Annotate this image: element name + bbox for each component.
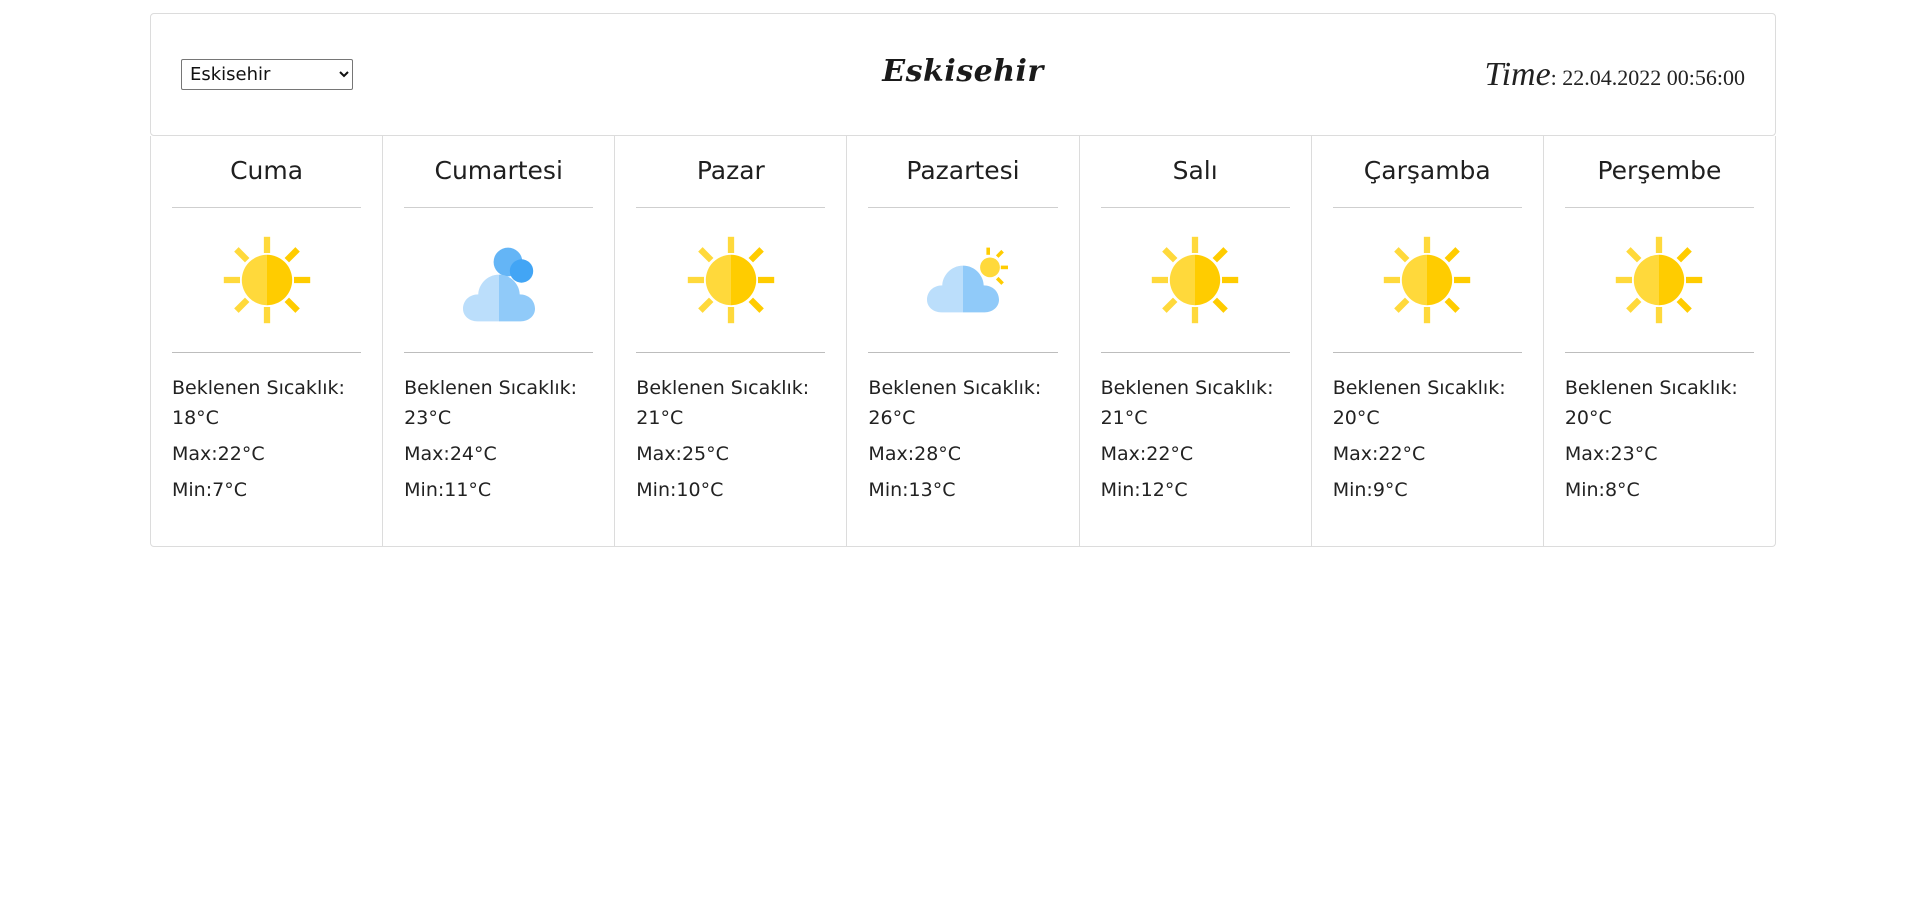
partly-cloudy-icon — [918, 235, 1008, 325]
time-display: Time: 22.04.2022 00:56:00 — [1485, 56, 1745, 94]
sun-icon — [686, 235, 776, 325]
expected-temp: Beklenen Sıcaklık: 20°C — [1565, 373, 1754, 433]
city-select[interactable]: Eskisehir — [181, 59, 353, 90]
temperature-info: Beklenen Sıcaklık: 26°C Max:28°C Min:13°… — [868, 353, 1057, 505]
expected-temp-value: 20°C — [1332, 407, 1380, 429]
expected-temp-value: 18°C — [172, 407, 219, 429]
day-card: Perşembe Beklenen Sıcaklık: 20°C Max:23°… — [1544, 136, 1775, 546]
max-temp: Max:24°C — [404, 443, 497, 465]
expected-temp: Beklenen Sıcaklık: 20°C — [1333, 373, 1522, 433]
expected-temp-value: 21°C — [1100, 407, 1148, 429]
day-name: Salı — [1100, 136, 1290, 208]
day-card: Cumartesi Beklenen Sıcaklık: 23°C Max:24… — [383, 136, 616, 546]
day-name: Pazar — [636, 136, 826, 208]
sun-icon — [1382, 235, 1472, 325]
sun-icon — [222, 235, 312, 325]
day-name: Cuma — [172, 136, 362, 208]
expected-temp-label: Beklenen Sıcaklık: — [404, 377, 578, 399]
max-temp: Max:28°C — [868, 443, 962, 465]
temperature-info: Beklenen Sıcaklık: 23°C Max:24°C Min:11°… — [404, 353, 593, 505]
sun-icon — [1150, 235, 1240, 325]
day-name: Cumartesi — [404, 136, 594, 208]
min-temp: Min:12°C — [1100, 479, 1188, 501]
weather-icon-area — [868, 208, 1058, 353]
clouds-icon — [454, 235, 544, 325]
expected-temp-value: 23°C — [404, 407, 452, 429]
temperature-info: Beklenen Sıcaklık: 21°C Max:25°C Min:10°… — [636, 353, 825, 505]
day-card: Pazartesi Beklenen Sıcaklık: 26°C Max:28… — [847, 136, 1080, 546]
expected-temp: Beklenen Sıcaklık: 21°C — [636, 373, 825, 433]
day-name: Çarşamba — [1332, 136, 1522, 208]
sun-icon — [1614, 235, 1704, 325]
temperature-info: Beklenen Sıcaklık: 18°C Max:22°C Min:7°C — [172, 353, 361, 505]
day-name: Perşembe — [1564, 136, 1754, 208]
day-card: Pazar Beklenen Sıcaklık: 21°C Max:25°C M… — [615, 136, 848, 546]
expected-temp: Beklenen Sıcaklık: 23°C — [404, 373, 593, 433]
weather-icon-area — [636, 208, 826, 353]
expected-temp-label: Beklenen Sıcaklık: — [868, 377, 1042, 399]
weather-icon-area — [1332, 208, 1522, 353]
expected-temp-label: Beklenen Sıcaklık: — [1564, 377, 1738, 399]
expected-temp-label: Beklenen Sıcaklık: — [1100, 377, 1274, 399]
weather-icon-area — [1564, 208, 1754, 353]
max-temp: Max:23°C — [1564, 443, 1658, 465]
expected-temp-value: 20°C — [1564, 407, 1612, 429]
expected-temp-label: Beklenen Sıcaklık: — [172, 377, 345, 399]
expected-temp: Beklenen Sıcaklık: 26°C — [868, 373, 1057, 433]
min-temp: Min:13°C — [868, 479, 956, 501]
temperature-info: Beklenen Sıcaklık: 21°C Max:22°C Min:12°… — [1101, 353, 1290, 505]
min-temp: Min:11°C — [404, 479, 492, 501]
day-card: Çarşamba Beklenen Sıcaklık: 20°C Max:22°… — [1312, 136, 1544, 546]
max-temp: Max:22°C — [1332, 443, 1426, 465]
min-temp: Min:7°C — [172, 479, 247, 501]
weather-icon-area — [172, 208, 362, 353]
temperature-info: Beklenen Sıcaklık: 20°C Max:22°C Min:9°C — [1333, 353, 1522, 505]
expected-temp-label: Beklenen Sıcaklık: — [1332, 377, 1506, 399]
min-temp: Min:9°C — [1332, 479, 1408, 501]
header-bar: Eskisehir Eskisehir Time: 22.04.2022 00:… — [150, 13, 1776, 136]
forecast-row: Cuma Beklenen Sıcaklık: 18°C Max:22°C Mi… — [150, 136, 1776, 547]
max-temp: Max:22°C — [1100, 443, 1194, 465]
time-value: : 22.04.2022 00:56:00 — [1550, 64, 1745, 90]
weather-icon-area — [1100, 208, 1290, 353]
expected-temp-label: Beklenen Sıcaklık: — [636, 377, 810, 399]
expected-temp-value: 26°C — [868, 407, 916, 429]
expected-temp: Beklenen Sıcaklık: 18°C — [172, 373, 361, 433]
max-temp: Max:22°C — [172, 443, 265, 465]
expected-temp-value: 21°C — [636, 407, 684, 429]
day-card: Salı Beklenen Sıcaklık: 21°C Max:22°C Mi… — [1080, 136, 1312, 546]
temperature-info: Beklenen Sıcaklık: 20°C Max:23°C Min:8°C — [1565, 353, 1754, 505]
weather-app: Eskisehir Eskisehir Time: 22.04.2022 00:… — [150, 13, 1776, 547]
min-temp: Min:10°C — [636, 479, 724, 501]
min-temp: Min:8°C — [1564, 479, 1640, 501]
day-card: Cuma Beklenen Sıcaklık: 18°C Max:22°C Mi… — [151, 136, 384, 546]
day-name: Pazartesi — [868, 136, 1058, 208]
expected-temp: Beklenen Sıcaklık: 21°C — [1101, 373, 1290, 433]
max-temp: Max:25°C — [636, 443, 729, 465]
weather-icon-area — [404, 208, 594, 353]
time-label: Time — [1484, 55, 1551, 93]
